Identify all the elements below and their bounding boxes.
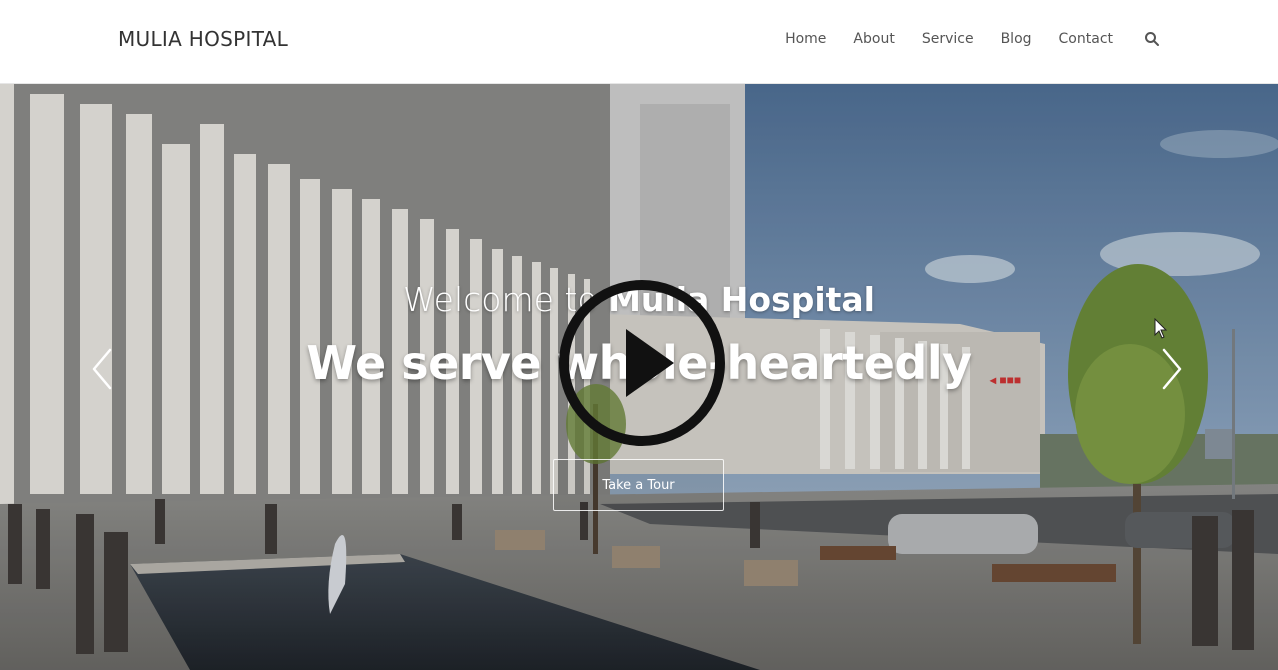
site-header: MULIA HOSPITAL Home About Service Blog C…: [0, 0, 1278, 84]
chevron-left-icon[interactable]: [88, 346, 118, 392]
nav-home[interactable]: Home: [785, 31, 826, 47]
chevron-right-icon[interactable]: [1156, 346, 1186, 392]
main-nav: Home About Service Blog Contact: [785, 31, 1160, 47]
mouse-cursor-icon: [1154, 317, 1168, 340]
nav-contact[interactable]: Contact: [1059, 31, 1113, 47]
site-logo[interactable]: MULIA HOSPITAL: [118, 27, 288, 51]
nav-service[interactable]: Service: [922, 31, 974, 47]
nav-blog[interactable]: Blog: [1001, 31, 1032, 47]
take-a-tour-button[interactable]: Take a Tour: [553, 459, 724, 511]
search-icon[interactable]: [1144, 31, 1160, 47]
play-icon[interactable]: [556, 277, 728, 449]
nav-about[interactable]: About: [853, 31, 894, 47]
hero-slider: ◂ ■■■ Welcome to Mulia Hospital We serve…: [0, 84, 1278, 670]
